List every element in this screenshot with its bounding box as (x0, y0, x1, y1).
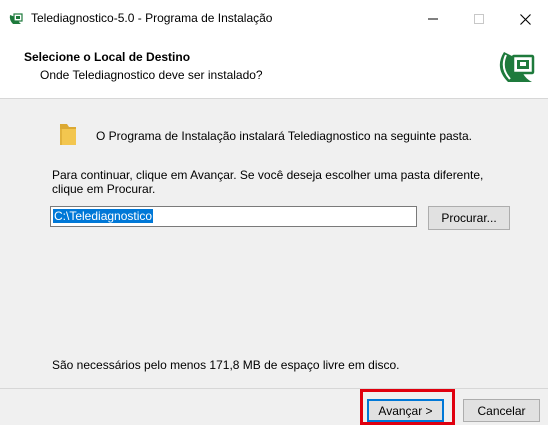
window-title: Telediagnostico-5.0 - Programa de Instal… (31, 11, 273, 25)
close-button[interactable] (502, 0, 548, 38)
computer-logo-icon (499, 52, 535, 82)
disk-space-text: São necessários pelo menos 171,8 MB de e… (52, 358, 400, 372)
maximize-icon (474, 14, 484, 24)
maximize-button[interactable] (456, 0, 502, 38)
next-button[interactable]: Avançar > (367, 399, 444, 422)
title-bar[interactable]: Telediagnostico-5.0 - Programa de Instal… (0, 0, 548, 38)
app-icon (9, 13, 23, 24)
instructions-text: Para continuar, clique em Avançar. Se vo… (52, 168, 484, 196)
minimize-icon (428, 18, 438, 20)
minimize-button[interactable] (410, 0, 456, 38)
wizard-header: Selecione o Local de Destino Onde Teledi… (0, 38, 548, 99)
footer-separator (0, 388, 548, 389)
folder-icon (60, 124, 76, 145)
installer-window: Telediagnostico-5.0 - Programa de Instal… (0, 0, 548, 425)
destination-path-input[interactable]: C:\Telediagnostico (50, 206, 417, 227)
header-title: Selecione o Local de Destino (24, 50, 191, 64)
cancel-button[interactable]: Cancelar (463, 399, 540, 422)
intro-text: O Programa de Instalação instalará Teled… (96, 129, 473, 143)
browse-button[interactable]: Procurar... (428, 206, 510, 230)
header-subtitle: Onde Telediagnostico deve ser instalado? (40, 68, 263, 82)
destination-path-value: C:\Telediagnostico (53, 209, 154, 223)
close-icon (519, 13, 531, 25)
